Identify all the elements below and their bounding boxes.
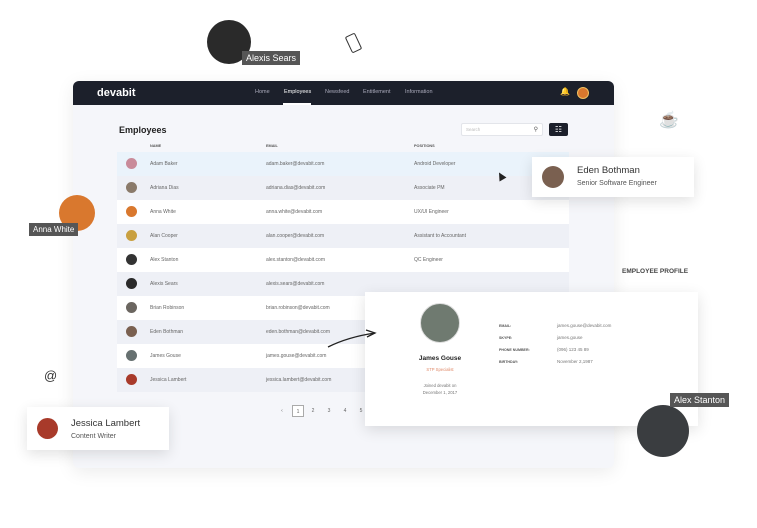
row-position: QC Engineer [414, 257, 443, 263]
row-avatar [126, 302, 137, 313]
jessica-name: Jessica Lambert [71, 418, 141, 429]
profile-joined-date: December 1, 2017 [422, 390, 458, 395]
row-email: alex.stanton@devabit.com [266, 257, 325, 263]
row-name: Alexis Sears [150, 281, 178, 287]
page-title: Employees [119, 125, 167, 135]
table-row[interactable]: Alex Stanton alex.stanton@devabit.com QC… [117, 248, 569, 272]
row-position: UX/UI Engineer [414, 209, 449, 215]
row-avatar [126, 182, 137, 193]
row-email: jessica.lambert@devabit.com [266, 377, 332, 383]
profile-field-value: (096) 123 45 89 [557, 347, 589, 352]
employee-profile-card: James Gouse STP Specialist Joined devabi… [365, 292, 698, 426]
search-placeholder: Search [466, 127, 481, 132]
bell-icon[interactable]: 🔔 [560, 87, 570, 96]
alex-stanton-avatar [637, 405, 689, 457]
pagination-page-4[interactable]: 4 [339, 405, 351, 417]
at-sign-icon: @ [44, 368, 58, 383]
profile-field-value: james.gouse@devabit.com [557, 323, 612, 328]
nav-entitlement[interactable]: Entitlement [363, 89, 391, 95]
alexis-sears-tag: Alexis Sears [242, 51, 301, 65]
row-position: Assistant to Accountant [414, 233, 466, 239]
row-name: Adriana Dias [150, 185, 179, 191]
row-name: Alan Cooper [150, 233, 178, 239]
pagination-page-3[interactable]: 3 [323, 405, 335, 417]
row-email: adriana.dias@devabit.com [266, 185, 326, 191]
column-header-email[interactable]: EMAIL [266, 144, 278, 148]
row-avatar [126, 158, 137, 169]
row-email: alan.cooper@devabit.com [266, 233, 325, 239]
row-avatar [126, 254, 137, 265]
anna-white-tag: Anna White [29, 223, 79, 236]
eden-bothman-card: Eden Bothman Senior Software Engineer [532, 157, 694, 197]
search-input[interactable]: Search ⚲ [461, 123, 543, 136]
pagination-page-2[interactable]: 2 [307, 405, 319, 417]
eden-name: Eden Bothman [577, 165, 640, 176]
alex-stanton-tag: Alex Stanton [670, 393, 730, 407]
row-email: adam.baker@devabit.com [266, 161, 325, 167]
search-icon: ⚲ [533, 127, 538, 133]
nav-information[interactable]: Information [405, 89, 433, 95]
pagination-prev[interactable]: ‹ [276, 405, 288, 417]
profile-joined-label: Joined devabit on [423, 383, 457, 388]
row-email: james.gouse@devabit.com [266, 353, 327, 359]
nav-employees[interactable]: Employees [284, 89, 311, 95]
row-email: anna.white@devabit.com [266, 209, 323, 215]
profile-field-label: PHONE NUMBER: [499, 348, 530, 352]
profile-avatar [420, 303, 460, 343]
jessica-lambert-card: Jessica Lambert Content Writer [27, 407, 169, 450]
row-avatar [126, 206, 137, 217]
row-name: Brian Robinson [150, 305, 185, 311]
pagination-page-1[interactable]: 1 [292, 405, 304, 417]
row-name: Adam Baker [150, 161, 178, 167]
profile-name: James Gouse [418, 355, 462, 362]
row-avatar [126, 326, 137, 337]
row-avatar [126, 278, 137, 289]
profile-role: STP Specialist [426, 367, 454, 372]
jessica-avatar [37, 418, 58, 439]
profile-field-value: November 2,1987 [557, 359, 593, 364]
profile-field-label: SKYPE: [499, 336, 513, 340]
profile-field-label: EMAIL: [499, 324, 512, 328]
table-row[interactable]: Alan Cooper alan.cooper@devabit.com Assi… [117, 224, 569, 248]
row-position: Associate PM [414, 185, 445, 191]
column-header-positions: POSITIONS [414, 144, 435, 148]
row-avatar [126, 350, 137, 361]
row-email: brian.robinson@devabit.com [266, 305, 330, 311]
coffee-cup-icon: ☕ [659, 112, 679, 129]
row-email: alexis.sears@devabit.com [266, 281, 325, 287]
arrow-icon [327, 329, 377, 348]
row-name: Alex Stanton [150, 257, 179, 263]
sliders-icon: ☷ [554, 125, 563, 134]
table-row[interactable]: Anna White anna.white@devabit.com UX/UI … [117, 200, 569, 224]
nav-home[interactable]: Home [255, 89, 270, 95]
row-position: Android Developer [414, 161, 456, 167]
eden-role: Senior Software Engineer [577, 180, 657, 187]
logo[interactable]: devabit [97, 87, 136, 99]
profile-field-label: BIRTHDAY: [499, 360, 519, 364]
phone-icon [344, 32, 363, 54]
filter-button[interactable]: ☷ [549, 123, 568, 136]
row-avatar [126, 374, 137, 385]
row-avatar [126, 230, 137, 241]
employee-profile-heading: EMPLOYEE PROFILE [622, 268, 689, 275]
nav-newsfeed[interactable]: Newsfeed [325, 89, 349, 95]
column-header-name[interactable]: NAME [150, 144, 161, 148]
eden-avatar [542, 166, 564, 188]
jessica-role: Content Writer [71, 433, 116, 440]
profile-field-value: james.gouse [557, 335, 583, 340]
top-navbar: devabit Home Employees Newsfeed Entitlem… [73, 81, 614, 105]
active-tab-indicator [283, 103, 311, 105]
row-name: Jessica Lambert [150, 377, 187, 383]
row-name: James Gouse [150, 353, 181, 359]
user-avatar[interactable] [577, 87, 589, 99]
row-name: Eden Bothman [150, 329, 184, 335]
row-name: Anna White [150, 209, 176, 215]
